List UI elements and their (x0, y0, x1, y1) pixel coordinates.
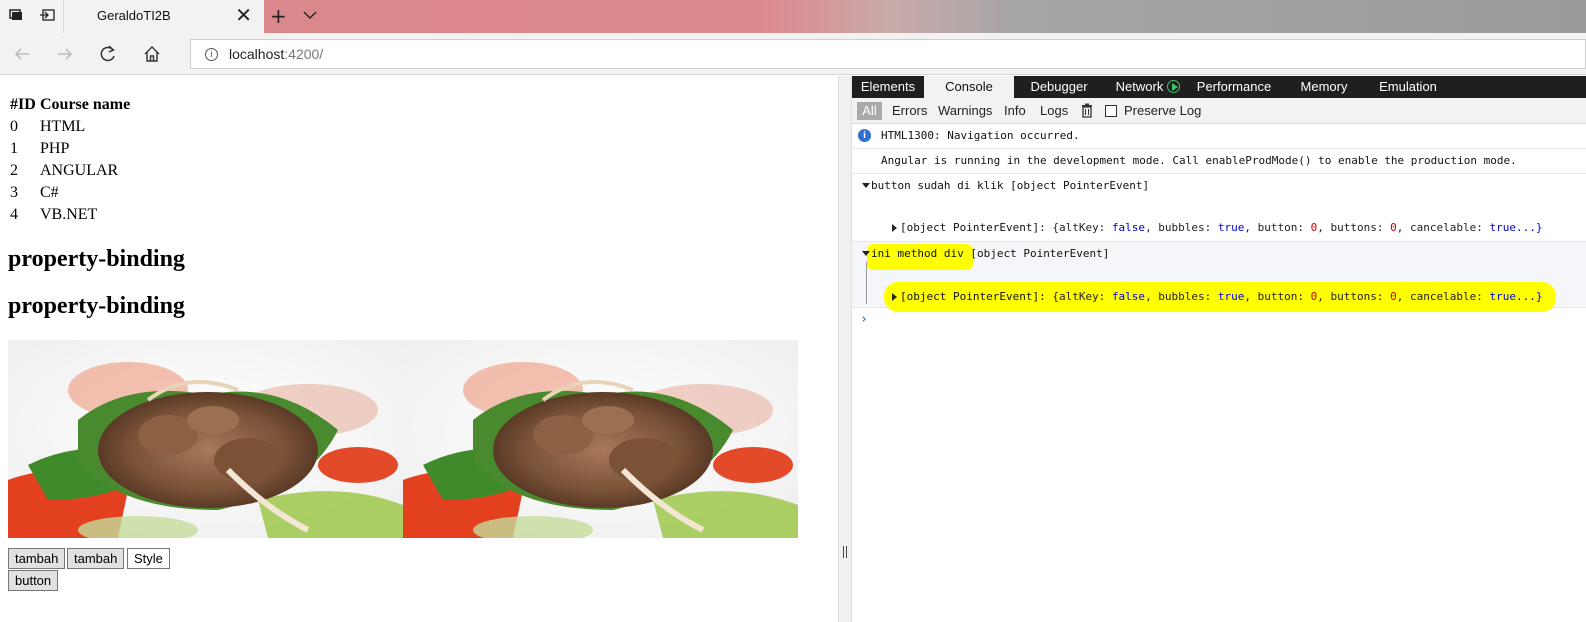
console-row-log: Angular is running in the development mo… (852, 149, 1586, 174)
console-object[interactable]: [object PointerEvent]: {altKey: false, b… (900, 290, 1542, 303)
table-header-id: #ID (10, 96, 36, 113)
group-guide-line (866, 262, 867, 304)
course-id: 2 (10, 162, 18, 179)
console-message: ini method div [object PointerEvent] (871, 247, 1110, 260)
page-heading-1: property-binding (8, 246, 185, 272)
tab-console[interactable]: Console (924, 76, 1014, 98)
course-id: 0 (10, 118, 18, 135)
console-prompt[interactable]: › (860, 312, 868, 327)
network-record-icon[interactable] (1167, 80, 1181, 93)
forward-arrow-icon[interactable] (52, 42, 78, 66)
console-group-2: ini method div [object PointerEvent] [ob… (852, 242, 1586, 312)
tab-network[interactable]: Network (1104, 76, 1192, 98)
console-row-info: i HTML1300: Navigation occurred. (852, 124, 1586, 149)
devtools-tabs: Elements Console Debugger Network Perfor… (852, 76, 1586, 98)
console-message: HTML1300: Navigation occurred. (881, 129, 1080, 142)
address-bar[interactable]: i localhost:4200/ (190, 39, 1586, 69)
url-text: localhost:4200/ (229, 46, 324, 62)
preserve-log-checkbox[interactable] (1105, 105, 1117, 117)
page-heading-2: property-binding (8, 293, 185, 319)
tab-debugger[interactable]: Debugger (1014, 76, 1104, 98)
console-object[interactable]: [object PointerEvent]: {altKey: false, b… (900, 221, 1542, 234)
new-tab-icon[interactable]: + (270, 4, 287, 28)
expand-object-icon[interactable] (892, 224, 897, 232)
course-name: HTML (40, 118, 86, 135)
table-row: 3 C# (8, 182, 132, 204)
set-tabs-aside-icon[interactable] (36, 6, 58, 28)
navigation-bar: i localhost:4200/ (0, 33, 1586, 75)
filter-logs[interactable]: Logs (1040, 102, 1068, 120)
clear-console-trash-icon[interactable] (1081, 103, 1093, 118)
page-viewport: #ID Course name 0 HTML 1 PHP 2 ANGULAR 3 C# … (0, 76, 838, 622)
tab-emulation[interactable]: Emulation (1370, 76, 1446, 98)
course-table: #ID Course name 0 HTML 1 PHP 2 ANGULAR 3 C# … (8, 94, 132, 226)
tab-elements[interactable]: Elements (852, 76, 924, 98)
console-group-1: button sudah di klik [object PointerEven… (852, 174, 1586, 242)
devtools-splitter[interactable] (838, 76, 852, 622)
back-arrow-icon[interactable] (9, 42, 35, 66)
course-name: C# (40, 184, 59, 201)
tab-memory[interactable]: Memory (1286, 76, 1362, 98)
group-collapse-icon[interactable] (862, 183, 870, 188)
home-icon[interactable] (139, 42, 165, 66)
course-name: ANGULAR (40, 162, 119, 179)
tab-close-icon[interactable]: ✕ (235, 5, 252, 27)
filter-all[interactable]: All (857, 102, 882, 120)
refresh-icon[interactable] (95, 42, 121, 66)
tab-actions (0, 0, 64, 33)
expand-object-icon[interactable] (892, 293, 897, 301)
site-info-icon[interactable]: i (205, 48, 218, 61)
tambah-button-2[interactable]: tambah (67, 548, 125, 569)
generic-button[interactable]: button (8, 570, 59, 591)
table-row: 4 VB.NET (8, 204, 132, 226)
filter-warnings[interactable]: Warnings (938, 102, 992, 120)
info-icon: i (858, 129, 871, 142)
food-image-2 (403, 340, 798, 538)
splitter-grip-icon[interactable] (843, 546, 847, 558)
course-name: PHP (40, 140, 70, 157)
tabs-aside-icon[interactable] (5, 6, 27, 28)
course-id: 3 (10, 184, 18, 201)
tab-title: GeraldoTI2B (97, 8, 171, 23)
console-filter-toolbar: All Errors Warnings Info Logs Preserve L… (852, 98, 1586, 124)
table-row: 0 HTML (8, 116, 132, 138)
course-name: VB.NET (40, 206, 98, 223)
tab-performance[interactable]: Performance (1192, 76, 1276, 98)
browser-tab-bar: GeraldoTI2B ✕ + (0, 0, 1586, 33)
course-id: 1 (10, 140, 18, 157)
preserve-log-label: Preserve Log (1124, 103, 1202, 118)
tambah-button-1[interactable]: tambah (8, 548, 66, 569)
table-row: 1 PHP (8, 138, 132, 160)
table-header-course: Course name (40, 96, 131, 113)
style-button[interactable]: Style (127, 548, 170, 569)
tab-preview-chevron-icon[interactable] (302, 7, 320, 25)
filter-errors[interactable]: Errors (892, 102, 927, 120)
course-id: 4 (10, 206, 18, 223)
devtools-panel: Elements Console Debugger Network Perfor… (852, 76, 1586, 622)
table-row: 2 ANGULAR (8, 160, 132, 182)
browser-tab[interactable]: GeraldoTI2B ✕ (64, 0, 264, 33)
console-message: Angular is running in the development mo… (881, 154, 1517, 167)
food-image-1 (8, 340, 403, 538)
tab-network-label: Network (1115, 79, 1164, 94)
group-collapse-icon[interactable] (862, 251, 870, 256)
console-message: button sudah di klik [object PointerEven… (871, 179, 1150, 192)
table-header-row: #ID Course name (8, 94, 132, 116)
filter-info[interactable]: Info (1004, 102, 1026, 120)
